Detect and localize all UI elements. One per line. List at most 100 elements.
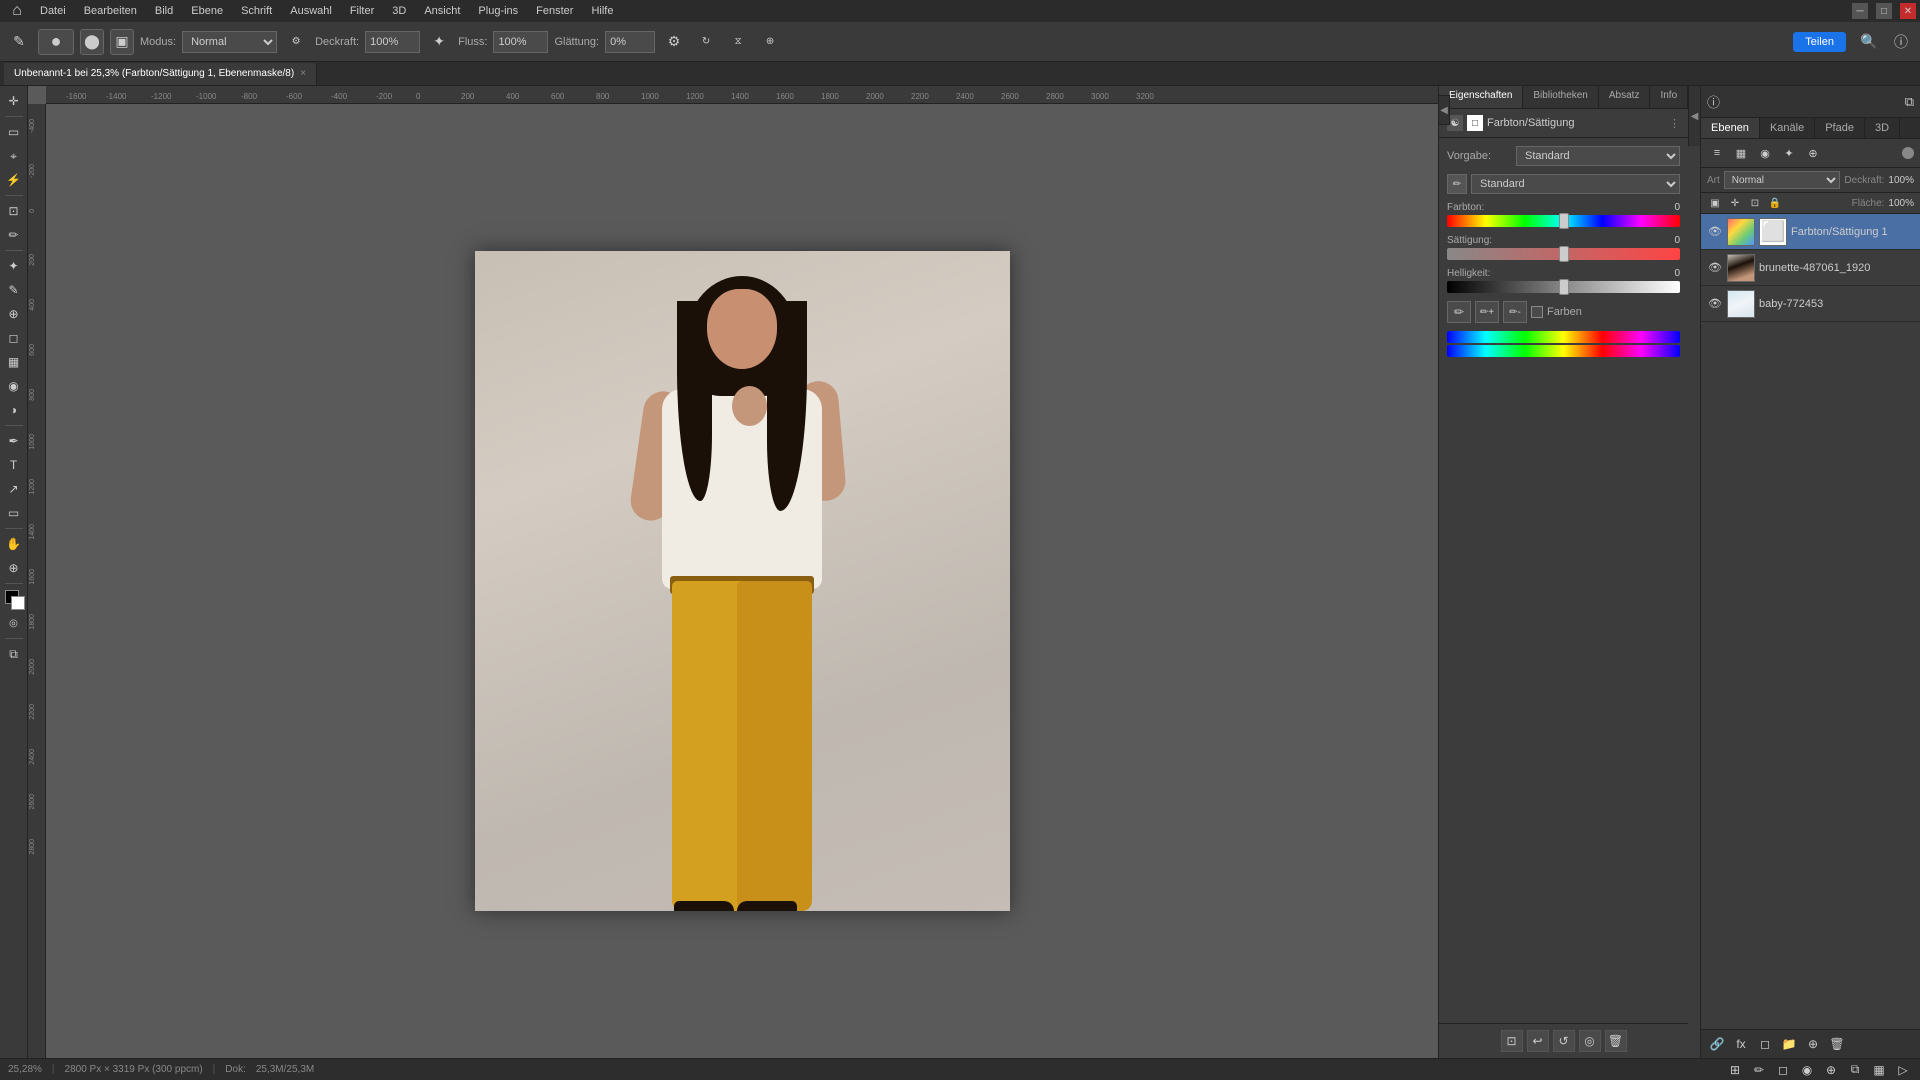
filter-type-icon[interactable]: ≡ <box>1707 143 1727 163</box>
properties-icon-right[interactable]: ⓘ <box>1707 92 1720 111</box>
menu-item-3d[interactable]: 3D <box>384 3 414 19</box>
quick-mask-icon[interactable]: ◎ <box>3 612 25 634</box>
menu-item-bearbeiten[interactable]: Bearbeiten <box>76 3 145 19</box>
status-icon-2[interactable]: ✏ <box>1750 1061 1768 1079</box>
channel-eyedropper-icon[interactable]: ✏ <box>1447 174 1467 194</box>
status-icon-4[interactable]: ◉ <box>1798 1061 1816 1079</box>
menu-item-schrift[interactable]: Schrift <box>233 3 280 19</box>
info-toolbar-icon[interactable]: ⓘ <box>1888 29 1914 55</box>
teilen-button[interactable]: Teilen <box>1793 32 1846 52</box>
delete-layer-icon[interactable]: 🗑 <box>1827 1034 1847 1054</box>
brush-tool-icon[interactable]: ✎ <box>6 29 32 55</box>
filter-attribs-icon[interactable]: ⊕ <box>1803 143 1823 163</box>
select-rect-icon[interactable]: ▭ <box>3 121 25 143</box>
delete-adjustment-icon[interactable]: 🗑 <box>1605 1030 1627 1052</box>
fluss-input[interactable] <box>493 31 548 53</box>
tab-pfade[interactable]: Pfade <box>1815 118 1865 138</box>
hue-slider-thumb[interactable] <box>1559 213 1569 229</box>
properties-collapse-icon[interactable]: ◀ <box>1438 95 1450 125</box>
reset-icon[interactable]: ↺ <box>1553 1030 1575 1052</box>
zoom-tool-icon[interactable]: ⊕ <box>3 557 25 579</box>
layer-item-baby[interactable]: 👁 baby-772453 <box>1701 286 1920 322</box>
symmetry-icon[interactable]: ⧖ <box>725 29 751 55</box>
layer-item-huesat[interactable]: 👁 ⬜ Farbton/Sättigung 1 <box>1701 214 1920 250</box>
brush-size-icon[interactable]: ⬤ <box>80 29 104 55</box>
menu-item-ansicht[interactable]: Ansicht <box>416 3 468 19</box>
new-layer-icon[interactable]: ⊕ <box>1803 1034 1823 1054</box>
brush-mode-icon[interactable]: ▣ <box>110 29 134 55</box>
airbrush-icon[interactable]: ✦ <box>426 29 452 55</box>
properties-options-icon[interactable]: ⋮ <box>1669 117 1680 130</box>
filter-smart-icon[interactable]: ✦ <box>1779 143 1799 163</box>
brush-preset-icon[interactable]: ● <box>38 29 74 55</box>
lock-all-icon[interactable]: 🔒 <box>1767 195 1783 211</box>
status-icon-7[interactable]: ▦ <box>1870 1061 1888 1079</box>
menu-item-plugins[interactable]: Plug-ins <box>470 3 526 19</box>
document-tab[interactable]: Unbenannt-1 bei 25,3% (Farbton/Sättigung… <box>4 63 317 85</box>
channel-select[interactable]: Standard Rottöne Gelbtöne Grüntöne Cyant… <box>1471 174 1680 194</box>
visibility-toggle-icon[interactable]: ◎ <box>1579 1030 1601 1052</box>
lock-artboard-icon[interactable]: ⊡ <box>1747 195 1763 211</box>
lasso-icon[interactable]: ⌖ <box>3 145 25 167</box>
mode-select[interactable]: Normal Multiplizieren Abwedeln <box>182 31 277 53</box>
tab-info[interactable]: Info <box>1650 86 1688 108</box>
status-icon-3[interactable]: ◻ <box>1774 1061 1792 1079</box>
magic-wand-icon[interactable]: ⚡ <box>3 169 25 191</box>
filter-toggle-icon[interactable] <box>1902 147 1914 159</box>
screen-mode-icon[interactable]: ⧉ <box>3 643 25 665</box>
maximize-button[interactable]: □ <box>1876 3 1892 19</box>
layer-vis-baby[interactable]: 👁 <box>1707 297 1723 310</box>
tab-absatz[interactable]: Absatz <box>1599 86 1651 108</box>
eraser-icon[interactable]: ◻ <box>3 327 25 349</box>
menu-item-fenster[interactable]: Fenster <box>528 3 581 19</box>
text-tool-icon[interactable]: T <box>3 454 25 476</box>
search-icon[interactable]: 🔍 <box>1856 29 1882 55</box>
preset-select[interactable]: Standard Sepia Blau <box>1516 146 1680 166</box>
menu-item-bild[interactable]: Bild <box>147 3 181 19</box>
blur-icon[interactable]: ◉ <box>3 375 25 397</box>
move-tool-icon[interactable]: ✛ <box>3 90 25 112</box>
new-group-icon[interactable]: 📁 <box>1779 1034 1799 1054</box>
angle-icon[interactable]: ↻ <box>693 29 719 55</box>
status-expand-icon[interactable]: ▷ <box>1894 1061 1912 1079</box>
crop-icon[interactable]: ⊡ <box>3 200 25 222</box>
artboards-icon[interactable]: ⧉ <box>1905 94 1914 110</box>
add-mask-icon[interactable]: ◻ <box>1755 1034 1775 1054</box>
link-layers-icon[interactable]: 🔗 <box>1707 1034 1727 1054</box>
glattung-input[interactable] <box>605 31 655 53</box>
menu-item-filter[interactable]: Filter <box>342 3 382 19</box>
prev-state-icon[interactable]: ↩ <box>1527 1030 1549 1052</box>
colorize-checkbox[interactable] <box>1531 306 1543 318</box>
add-style-icon[interactable]: fx <box>1731 1034 1751 1054</box>
menu-item-auswahl[interactable]: Auswahl <box>282 3 340 19</box>
layer-vis-brunette[interactable]: 👁 <box>1707 261 1723 274</box>
blend-mode-select[interactable]: Normal Multiplizieren Abdunkeln <box>1724 171 1841 189</box>
pen-tool-icon[interactable]: ✒ <box>3 430 25 452</box>
brush-icon[interactable]: ✎ <box>3 279 25 301</box>
layer-vis-huesat[interactable]: 👁 <box>1707 225 1723 238</box>
hue-slider-track[interactable] <box>1447 215 1680 227</box>
close-button[interactable]: ✕ <box>1900 3 1916 19</box>
lock-move-icon[interactable]: ✛ <box>1727 195 1743 211</box>
lightness-slider-track[interactable] <box>1447 281 1680 293</box>
eyedropper-remove-icon[interactable]: ✏- <box>1503 301 1527 323</box>
stamp-icon[interactable]: ⊕ <box>3 303 25 325</box>
filter-mode-icon[interactable]: ▦ <box>1731 143 1751 163</box>
tab-eigenschaften[interactable]: Eigenschaften <box>1439 86 1523 108</box>
menu-item-hilfe[interactable]: Hilfe <box>583 3 621 19</box>
dodge-icon[interactable]: ◑ <box>3 399 25 421</box>
layer-item-brunette[interactable]: 👁 brunette-487061_1920 <box>1701 250 1920 286</box>
eyedropper-tool-icon[interactable]: ✏ <box>3 224 25 246</box>
tab-kanaele[interactable]: Kanäle <box>1760 118 1815 138</box>
filter-color-icon[interactable]: ◉ <box>1755 143 1775 163</box>
tab-ebenen[interactable]: Ebenen <box>1701 118 1760 138</box>
clip-to-layer-icon[interactable]: ⊡ <box>1501 1030 1523 1052</box>
path-select-icon[interactable]: ↗ <box>3 478 25 500</box>
shape-tool-icon[interactable]: ▭ <box>3 502 25 524</box>
menu-item-ebene[interactable]: Ebene <box>183 3 231 19</box>
saturation-slider-thumb[interactable] <box>1559 246 1569 262</box>
status-icon-1[interactable]: ⊞ <box>1726 1061 1744 1079</box>
glattung-settings-icon[interactable]: ⚙ <box>661 29 687 55</box>
extra-icon[interactable]: ⊕ <box>757 29 783 55</box>
menu-item-datei[interactable]: Datei <box>32 3 74 19</box>
